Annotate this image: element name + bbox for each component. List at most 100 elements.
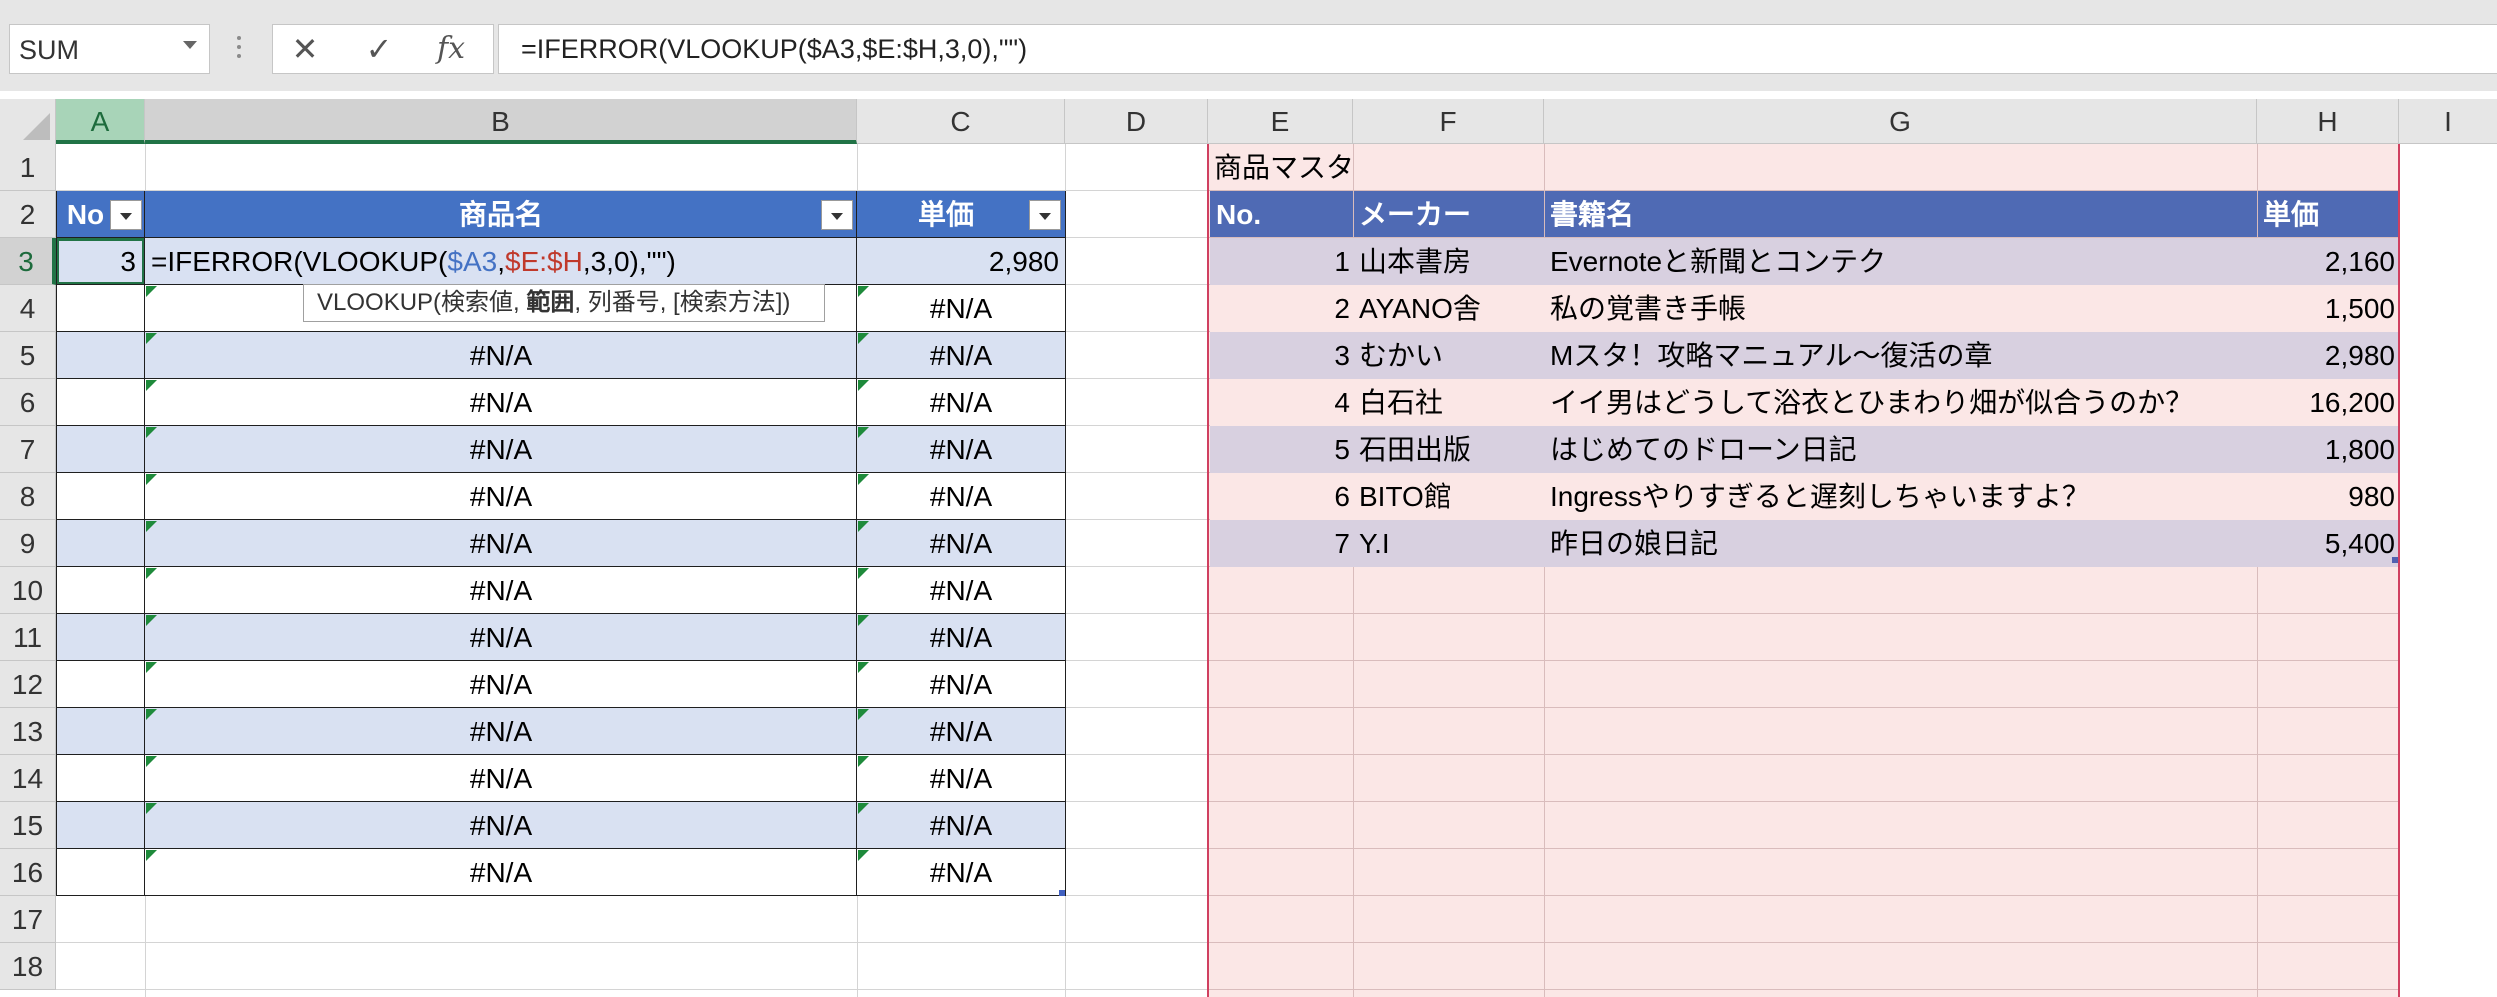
error-indicator-icon[interactable] [858, 662, 869, 673]
master-cell-title[interactable]: イイ男はどうして浴衣とひまわり畑が似合うのか？ [1544, 379, 2257, 426]
master-cell-no[interactable]: 4 [1210, 379, 1353, 426]
cell-a9[interactable] [56, 520, 145, 567]
cell-b13[interactable]: #N/A [145, 708, 857, 755]
cell-c4[interactable]: #N/A [857, 285, 1065, 332]
column-header-b[interactable]: B [145, 99, 857, 144]
master-cell-maker[interactable]: むかい [1353, 332, 1544, 379]
cell-b6[interactable]: #N/A [145, 379, 857, 426]
cancel-icon[interactable]: ✕ [275, 25, 335, 73]
master-cell-no[interactable]: 7 [1210, 520, 1353, 567]
master-cell-maker[interactable]: BITO館 [1353, 473, 1544, 520]
error-indicator-icon[interactable] [146, 850, 157, 861]
master-cell-no[interactable]: 6 [1210, 473, 1353, 520]
master-cell-maker[interactable]: AYANO舎 [1353, 285, 1544, 332]
resize-handle[interactable] [2392, 557, 2398, 563]
error-indicator-icon[interactable] [858, 380, 869, 391]
cell-a8[interactable] [56, 473, 145, 520]
row-header-3[interactable]: 3 [0, 238, 56, 285]
error-indicator-icon[interactable] [146, 709, 157, 720]
cell-a10[interactable] [56, 567, 145, 614]
column-header-g[interactable]: G [1544, 99, 2257, 144]
cell-a12[interactable] [56, 661, 145, 708]
row-header-15[interactable]: 15 [0, 802, 56, 849]
row-header-12[interactable]: 12 [0, 661, 56, 708]
row-header-1[interactable]: 1 [0, 144, 56, 191]
cell-b7[interactable]: #N/A [145, 426, 857, 473]
column-header-a[interactable]: A [56, 99, 145, 144]
cell-c13[interactable]: #N/A [857, 708, 1065, 755]
cell-a15[interactable] [56, 802, 145, 849]
row-header-9[interactable]: 9 [0, 520, 56, 567]
filter-dropdown-icon[interactable] [1029, 200, 1061, 230]
column-header-c[interactable]: C [857, 99, 1065, 144]
error-indicator-icon[interactable] [858, 756, 869, 767]
row-header-2[interactable]: 2 [0, 191, 56, 238]
cell-a7[interactable] [56, 426, 145, 473]
cell-b10[interactable]: #N/A [145, 567, 857, 614]
master-cell-no[interactable]: 1 [1210, 238, 1353, 285]
master-cell-price[interactable]: 1,500 [2257, 285, 2398, 332]
cell-b8[interactable]: #N/A [145, 473, 857, 520]
cell-c12[interactable]: #N/A [857, 661, 1065, 708]
master-cell-price[interactable]: 980 [2257, 473, 2398, 520]
name-box[interactable]: SUM [9, 24, 210, 74]
cell-c5[interactable]: #N/A [857, 332, 1065, 379]
insert-function-button[interactable]: fx [421, 25, 481, 73]
master-cell-price[interactable]: 2,160 [2257, 238, 2398, 285]
row-header-18[interactable]: 18 [0, 943, 56, 990]
cell-c16[interactable]: #N/A [857, 849, 1065, 896]
master-cell-title[interactable]: Ingressやりすぎると遅刻しちゃいますよ？ [1544, 473, 2257, 520]
cell-a4[interactable] [56, 285, 145, 332]
filter-dropdown-icon[interactable] [110, 200, 142, 230]
master-cell-maker[interactable]: 山本書房 [1353, 238, 1544, 285]
master-cell-maker[interactable]: 石田出版 [1353, 426, 1544, 473]
row-header-14[interactable]: 14 [0, 755, 56, 802]
row-header-17[interactable]: 17 [0, 896, 56, 943]
cell-a16[interactable] [56, 849, 145, 896]
error-indicator-icon[interactable] [858, 803, 869, 814]
error-indicator-icon[interactable] [858, 709, 869, 720]
filter-dropdown-icon[interactable] [821, 200, 853, 230]
error-indicator-icon[interactable] [858, 568, 869, 579]
error-indicator-icon[interactable] [858, 615, 869, 626]
error-indicator-icon[interactable] [146, 380, 157, 391]
cell-a11[interactable] [56, 614, 145, 661]
formula-input[interactable]: =IFERROR(VLOOKUP($A3,$E:$H,3,0),"") [498, 24, 2497, 74]
row-header-8[interactable]: 8 [0, 473, 56, 520]
cell-b9[interactable]: #N/A [145, 520, 857, 567]
cell-c15[interactable]: #N/A [857, 802, 1065, 849]
column-header-d[interactable]: D [1065, 99, 1208, 144]
error-indicator-icon[interactable] [146, 427, 157, 438]
cell-c10[interactable]: #N/A [857, 567, 1065, 614]
row-header-11[interactable]: 11 [0, 614, 56, 661]
column-header-i[interactable]: I [2399, 99, 2497, 144]
table-resize-handle[interactable] [1059, 890, 1065, 896]
cell-c8[interactable]: #N/A [857, 473, 1065, 520]
error-indicator-icon[interactable] [858, 333, 869, 344]
cell-a6[interactable] [56, 379, 145, 426]
master-cell-maker[interactable]: Y.I [1353, 520, 1544, 567]
row-header-13[interactable]: 13 [0, 708, 56, 755]
master-cell-title[interactable]: 昨日の娘日記 [1544, 520, 2257, 567]
error-indicator-icon[interactable] [146, 286, 157, 297]
cell-c7[interactable]: #N/A [857, 426, 1065, 473]
row-header-5[interactable]: 5 [0, 332, 56, 379]
row-header-7[interactable]: 7 [0, 426, 56, 473]
master-cell-title[interactable]: はじめてのドローン日記 [1544, 426, 2257, 473]
error-indicator-icon[interactable] [146, 756, 157, 767]
cell-c11[interactable]: #N/A [857, 614, 1065, 661]
cell-a13[interactable] [56, 708, 145, 755]
master-cell-price[interactable]: 2,980 [2257, 332, 2398, 379]
cell-b3-editing[interactable]: =IFERROR(VLOOKUP($A3,$E:$H,3,0),"") [145, 238, 857, 285]
error-indicator-icon[interactable] [146, 803, 157, 814]
master-cell-price[interactable]: 5,400 [2257, 520, 2398, 567]
cell-c14[interactable]: #N/A [857, 755, 1065, 802]
error-indicator-icon[interactable] [146, 615, 157, 626]
cell-a3[interactable]: 3 [56, 238, 145, 285]
error-indicator-icon[interactable] [858, 427, 869, 438]
cell-a5[interactable] [56, 332, 145, 379]
row-header-16[interactable]: 16 [0, 849, 56, 896]
error-indicator-icon[interactable] [146, 474, 157, 485]
cell-b12[interactable]: #N/A [145, 661, 857, 708]
cell-b11[interactable]: #N/A [145, 614, 857, 661]
